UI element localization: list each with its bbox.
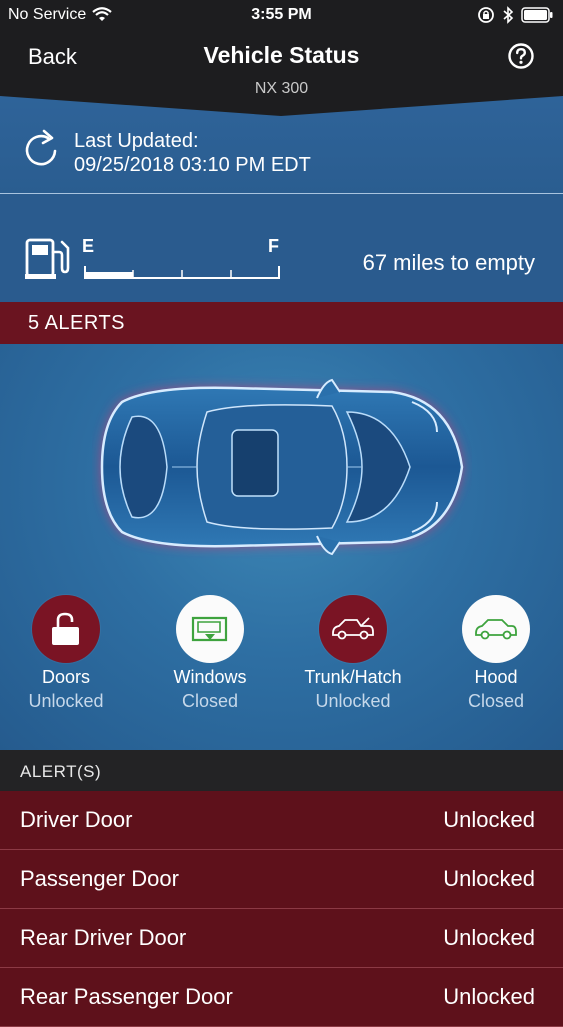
alert-list: Driver Door Unlocked Passenger Door Unlo… xyxy=(0,791,563,1027)
car-hood-icon xyxy=(475,619,517,640)
alert-row-passenger-door[interactable]: Passenger Door Unlocked xyxy=(0,850,563,909)
car-trunk-icon xyxy=(332,617,374,640)
windows-value: Closed xyxy=(181,691,239,711)
last-updated-value: 09/25/2018 03:10 PM EDT xyxy=(74,154,311,176)
alert-value: Unlocked xyxy=(443,984,535,1009)
hood-label: Hood xyxy=(474,667,518,687)
battery-icon xyxy=(521,7,553,23)
last-updated-label: Last Updated: xyxy=(74,130,199,152)
refresh-icon[interactable] xyxy=(22,129,60,169)
windows-status[interactable]: Windows Closed xyxy=(150,595,270,712)
fuel-gauge xyxy=(84,266,280,279)
alert-label: Rear Driver Door xyxy=(20,925,187,950)
fuel-full-label: F xyxy=(268,236,279,256)
trunk-label: Trunk/Hatch xyxy=(304,667,402,687)
fuel-empty-label: E xyxy=(82,236,95,256)
page-title: Vehicle Status xyxy=(203,42,360,68)
alert-row-rear-driver-door[interactable]: Rear Driver Door Unlocked xyxy=(0,909,563,968)
page-subtitle: NX 300 xyxy=(254,80,309,97)
alert-value: Unlocked xyxy=(443,866,535,891)
window-icon xyxy=(191,616,228,642)
alert-row-rear-passenger-door[interactable]: Rear Passenger Door Unlocked xyxy=(0,968,563,1027)
fuel-level-fill xyxy=(84,272,133,278)
doors-status[interactable]: Doors Unlocked xyxy=(6,595,126,712)
hood-status[interactable]: Hood Closed xyxy=(436,595,556,712)
fuel-range: 67 miles to empty xyxy=(362,250,535,275)
alerts-count: 5 ALERTS xyxy=(28,312,126,334)
hood-value: Closed xyxy=(467,691,525,711)
windows-status-circle xyxy=(176,595,244,663)
bluetooth-icon xyxy=(503,6,514,24)
windows-label: Windows xyxy=(173,667,247,687)
trunk-value: Unlocked xyxy=(315,691,391,711)
help-icon[interactable] xyxy=(507,42,535,70)
orientation-lock-icon xyxy=(478,7,494,23)
alert-row-driver-door[interactable]: Driver Door Unlocked xyxy=(0,791,563,850)
trunk-status[interactable]: Trunk/Hatch Unlocked xyxy=(293,595,413,712)
hood-status-circle xyxy=(462,595,530,663)
alerts-list-header-label: ALERT(S) xyxy=(20,762,102,781)
unlocked-padlock-icon xyxy=(52,612,79,645)
alert-label: Driver Door xyxy=(20,807,133,832)
fuel-pump-icon xyxy=(25,238,70,279)
status-right xyxy=(477,6,553,24)
doors-status-circle xyxy=(32,595,100,663)
status-bar: No Service 3:55 PM xyxy=(0,0,563,30)
trunk-status-circle xyxy=(319,595,387,663)
car-top-view-illustration xyxy=(100,378,464,556)
alert-value: Unlocked xyxy=(443,925,535,950)
doors-label: Doors xyxy=(41,667,90,687)
alert-label: Passenger Door xyxy=(20,866,179,891)
doors-value: Unlocked xyxy=(28,691,104,711)
alert-label: Rear Passenger Door xyxy=(20,984,233,1009)
alert-value: Unlocked xyxy=(443,807,535,832)
